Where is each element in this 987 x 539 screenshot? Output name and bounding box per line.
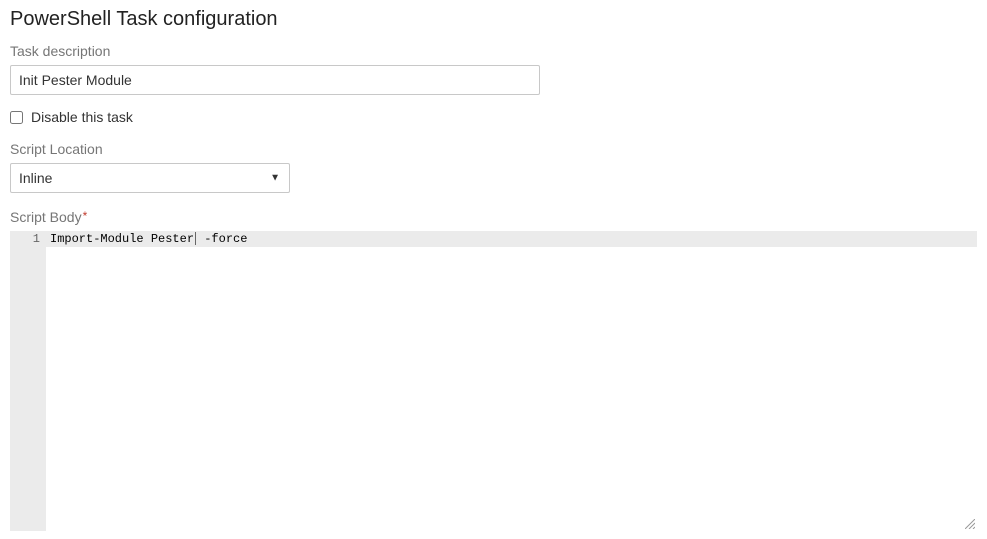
script-location-label: Script Location — [10, 141, 977, 157]
page-title: PowerShell Task configuration — [10, 8, 977, 31]
required-indicator: * — [83, 209, 88, 223]
code-content[interactable]: Import-Module Pester -force — [46, 231, 977, 531]
resize-handle-icon[interactable] — [965, 519, 975, 529]
task-description-input[interactable] — [10, 65, 540, 95]
code-line[interactable]: Import-Module Pester -force — [46, 231, 977, 247]
code-gutter: 1 — [10, 231, 46, 531]
script-body-label: Script Body* — [10, 209, 977, 225]
script-location-select[interactable]: Inline — [10, 163, 290, 193]
line-number: 1 — [10, 231, 40, 247]
task-description-label: Task description — [10, 43, 977, 59]
text-cursor — [195, 232, 196, 245]
disable-task-checkbox[interactable] — [10, 111, 23, 124]
script-body-editor[interactable]: 1 Import-Module Pester -force — [10, 231, 977, 531]
disable-task-label: Disable this task — [31, 109, 133, 125]
